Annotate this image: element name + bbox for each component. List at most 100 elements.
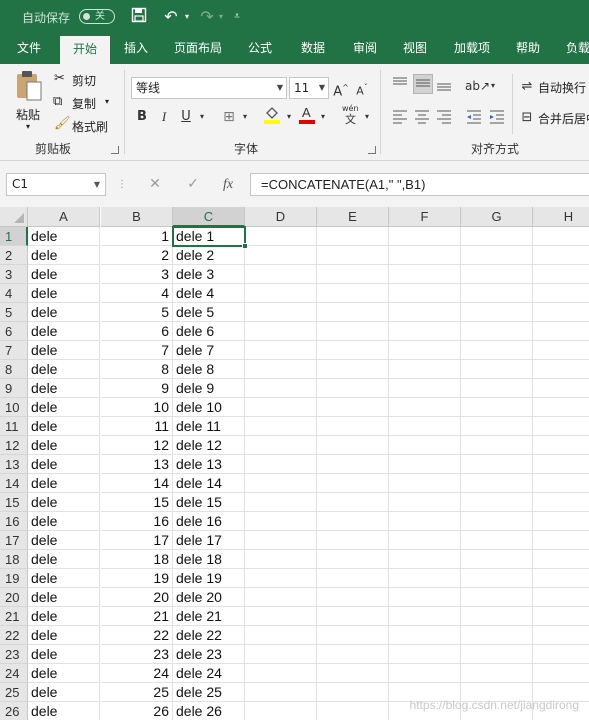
cell-c3[interactable]: dele 3 — [173, 265, 245, 284]
cell-f3[interactable] — [389, 265, 461, 284]
row-header[interactable]: 22 — [0, 626, 28, 645]
row-header[interactable]: 9 — [0, 379, 28, 398]
cell-c17[interactable]: dele 17 — [173, 531, 245, 550]
cell-a23[interactable]: dele — [28, 645, 100, 664]
cell-d6[interactable] — [245, 322, 317, 341]
fill-color-icon[interactable] — [262, 104, 282, 124]
cell-h23[interactable] — [533, 645, 589, 664]
font-color-icon[interactable]: A — [297, 104, 317, 124]
enter-icon[interactable]: ✓ — [183, 173, 203, 196]
cell-e13[interactable] — [317, 455, 389, 474]
cell-b18[interactable]: 18 — [101, 550, 173, 569]
row-header[interactable]: 14 — [0, 474, 28, 493]
cell-d20[interactable] — [245, 588, 317, 607]
cell-a11[interactable]: dele — [28, 417, 100, 436]
cell-d14[interactable] — [245, 474, 317, 493]
cell-f2[interactable] — [389, 246, 461, 265]
undo-icon[interactable]: ↶ — [160, 7, 182, 27]
row-header[interactable]: 15 — [0, 493, 28, 512]
wrap-text-button[interactable]: 自动换行 — [538, 79, 586, 96]
cell-d24[interactable] — [245, 664, 317, 683]
cell-b9[interactable]: 9 — [101, 379, 173, 398]
cell-d19[interactable] — [245, 569, 317, 588]
cell-h11[interactable] — [533, 417, 589, 436]
borders-dropdown-icon[interactable]: ▾ — [240, 107, 250, 127]
column-header-f[interactable]: F — [389, 207, 461, 227]
cell-b14[interactable]: 14 — [101, 474, 173, 493]
cell-a26[interactable]: dele — [28, 702, 100, 720]
format-painter-icon[interactable]: 🖌 — [54, 116, 71, 131]
row-header[interactable]: 26 — [0, 702, 28, 720]
cell-b23[interactable]: 23 — [101, 645, 173, 664]
cell-c22[interactable]: dele 22 — [173, 626, 245, 645]
cell-b16[interactable]: 16 — [101, 512, 173, 531]
cell-b19[interactable]: 19 — [101, 569, 173, 588]
cell-b3[interactable]: 3 — [101, 265, 173, 284]
customize-toolbar-icon[interactable]: ⩡ — [230, 7, 244, 27]
row-header[interactable]: 21 — [0, 607, 28, 626]
cell-f5[interactable] — [389, 303, 461, 322]
cell-e26[interactable] — [317, 702, 389, 720]
cell-b6[interactable]: 6 — [101, 322, 173, 341]
cell-f8[interactable] — [389, 360, 461, 379]
cell-g21[interactable] — [461, 607, 533, 626]
cell-g8[interactable] — [461, 360, 533, 379]
italic-button[interactable]: I — [157, 107, 171, 127]
cell-a12[interactable]: dele — [28, 436, 100, 455]
cell-e9[interactable] — [317, 379, 389, 398]
bold-button[interactable]: B — [135, 107, 149, 127]
row-header[interactable]: 25 — [0, 683, 28, 702]
row-header[interactable]: 20 — [0, 588, 28, 607]
column-header-d[interactable]: D — [245, 207, 317, 227]
cell-e6[interactable] — [317, 322, 389, 341]
tab-file[interactable]: 文件 — [8, 33, 50, 64]
phonetic-icon[interactable]: wén 文 — [340, 103, 362, 126]
cell-c24[interactable]: dele 24 — [173, 664, 245, 683]
cell-a25[interactable]: dele — [28, 683, 100, 702]
row-header[interactable]: 18 — [0, 550, 28, 569]
cell-d3[interactable] — [245, 265, 317, 284]
font-launcher-icon[interactable] — [368, 146, 376, 154]
cell-d1[interactable] — [245, 227, 317, 246]
align-right-icon[interactable] — [435, 108, 453, 128]
cell-g14[interactable] — [461, 474, 533, 493]
cell-e21[interactable] — [317, 607, 389, 626]
cell-d16[interactable] — [245, 512, 317, 531]
row-header[interactable]: 8 — [0, 360, 28, 379]
cell-d23[interactable] — [245, 645, 317, 664]
row-header[interactable]: 13 — [0, 455, 28, 474]
formula-input[interactable]: =CONCATENATE(A1," ",B1) — [250, 173, 589, 196]
cell-g4[interactable] — [461, 284, 533, 303]
cell-f14[interactable] — [389, 474, 461, 493]
cell-c2[interactable]: dele 2 — [173, 246, 245, 265]
increase-indent-icon[interactable] — [488, 108, 506, 128]
cell-f24[interactable] — [389, 664, 461, 683]
cell-h1[interactable] — [533, 227, 589, 246]
cell-a2[interactable]: dele — [28, 246, 100, 265]
cell-e3[interactable] — [317, 265, 389, 284]
row-header[interactable]: 4 — [0, 284, 28, 303]
row-header[interactable]: 19 — [0, 569, 28, 588]
cell-d21[interactable] — [245, 607, 317, 626]
cell-f17[interactable] — [389, 531, 461, 550]
underline-button[interactable]: U — [179, 107, 193, 127]
cell-f1[interactable] — [389, 227, 461, 246]
tab-view[interactable]: 视图 — [394, 33, 436, 64]
cell-f6[interactable] — [389, 322, 461, 341]
merge-center-button[interactable]: 合并后居中 — [538, 110, 589, 127]
cell-f4[interactable] — [389, 284, 461, 303]
cell-f18[interactable] — [389, 550, 461, 569]
cell-h18[interactable] — [533, 550, 589, 569]
cell-g16[interactable] — [461, 512, 533, 531]
cell-a3[interactable]: dele — [28, 265, 100, 284]
cell-b26[interactable]: 26 — [101, 702, 173, 720]
cell-b20[interactable]: 20 — [101, 588, 173, 607]
cell-g3[interactable] — [461, 265, 533, 284]
cell-f9[interactable] — [389, 379, 461, 398]
cell-c18[interactable]: dele 18 — [173, 550, 245, 569]
cell-d7[interactable] — [245, 341, 317, 360]
tab-data[interactable]: 数据 — [292, 33, 334, 64]
row-header[interactable]: 2 — [0, 246, 28, 265]
cell-c25[interactable]: dele 25 — [173, 683, 245, 702]
cell-d2[interactable] — [245, 246, 317, 265]
